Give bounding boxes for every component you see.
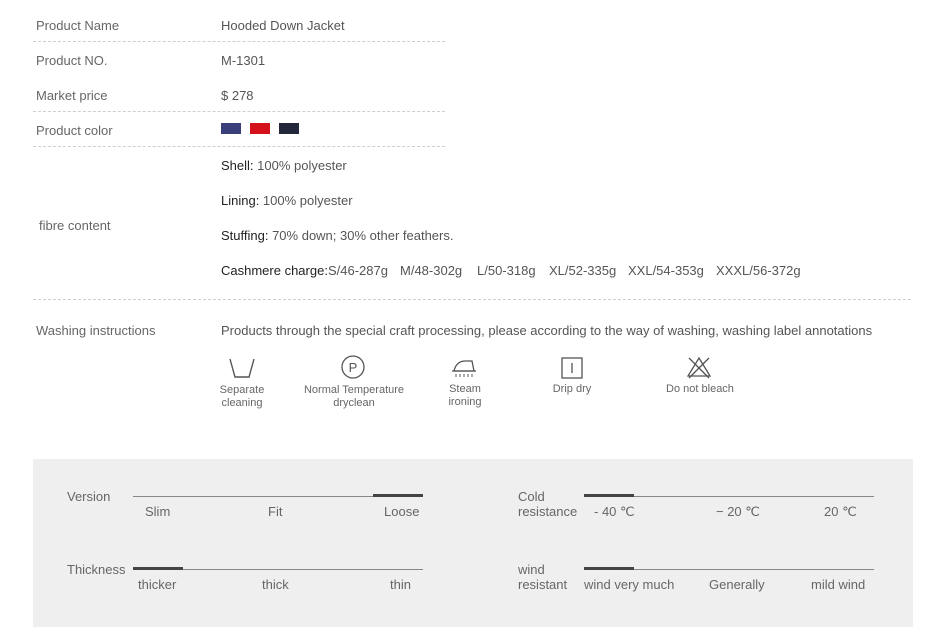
cashmere-size: XXXL/56-372g: [716, 263, 801, 278]
color-swatch-dark[interactable]: [279, 123, 299, 134]
product-name-value: Hooded Down Jacket: [221, 18, 345, 33]
version-tick: Slim: [145, 504, 171, 519]
color-swatch-red[interactable]: [250, 123, 270, 134]
thickness-tick: thin: [390, 577, 411, 592]
cold-tick: - 40 ℃: [594, 504, 635, 519]
cashmere-size: XL/52-335g: [549, 263, 617, 278]
stuffing-value: 70% down; 30% other feathers.: [268, 228, 454, 243]
lining-key: Lining:: [221, 193, 260, 208]
wind-selected-marker: [584, 567, 634, 570]
hand-wash-basin-icon: [229, 358, 255, 378]
attributes-panel: [33, 459, 913, 627]
version-tick: Fit: [268, 504, 283, 519]
row-divider: [33, 111, 445, 112]
thickness-label: Thickness: [67, 562, 126, 577]
wash-line2: cleaning: [221, 397, 263, 409]
cold-tick: − 20 ℃: [716, 504, 760, 519]
product-no-value: M-1301: [221, 53, 266, 68]
fibre-content-label: fibre content: [39, 218, 111, 233]
wash-item-label: Drip dry: [537, 383, 607, 396]
cashmere-key: Cashmere charge:: [221, 263, 328, 278]
wind-resistant-label: wind resistant: [518, 562, 567, 592]
cashmere-size: S/46-287g: [327, 263, 388, 278]
version-tick: Loose: [384, 504, 420, 519]
wind-label-line1: wind: [518, 562, 545, 577]
version-selected-marker: [373, 494, 423, 497]
wind-label-line2: resistant: [518, 577, 568, 592]
product-name-label: Product Name: [36, 18, 120, 33]
section-divider: [33, 299, 911, 300]
wash-line2: ironing: [448, 396, 482, 408]
fibre-stuffing: Stuffing: 70% down; 30% other feathers.: [221, 228, 453, 243]
product-color-label: Product color: [36, 123, 113, 138]
cashmere-size: L/50-318g: [477, 263, 536, 278]
wind-tick: mild wind: [811, 577, 866, 592]
wash-line1: Separate: [219, 384, 265, 396]
wash-item-label: Steam ironing: [430, 383, 500, 409]
color-swatch-navy[interactable]: [221, 123, 241, 134]
wash-line1: Normal Temperature: [303, 384, 405, 396]
wash-line1: Do not bleach: [666, 383, 734, 395]
product-no-label: Product NO.: [36, 53, 108, 68]
fibre-cashmere: Cashmere charge:S/46-287g: [221, 263, 388, 278]
cold-tick: 20 ℃: [824, 504, 857, 519]
dryclean-p-circle-icon: P: [341, 355, 365, 379]
cold-label-line1: Cold: [518, 489, 545, 504]
thickness-tick: thick: [262, 577, 289, 592]
washing-description: Products through the special craft proce…: [221, 323, 873, 338]
wash-line1: Drip dry: [552, 383, 592, 395]
svg-text:P: P: [349, 360, 358, 375]
stuffing-key: Stuffing:: [221, 228, 269, 243]
wash-item-label: Normal Temperature dryclean: [298, 384, 410, 410]
wash-item-label: Separate cleaning: [202, 384, 282, 410]
cashmere-size: XXL/54-353g: [628, 263, 704, 278]
wind-tick: wind very much: [584, 577, 675, 592]
wash-line2: dryclean: [333, 397, 375, 409]
shell-value: 100% polyester: [253, 158, 347, 173]
no-bleach-icon: [686, 356, 712, 379]
cold-label-line2: resistance: [518, 504, 578, 519]
cold-resistance-label: Cold resistance: [518, 489, 577, 519]
wash-line1: Steam: [449, 383, 481, 395]
market-price-label: Market price: [36, 88, 108, 103]
drip-dry-icon: [561, 357, 583, 379]
fibre-shell: Shell: 100% polyester: [221, 158, 347, 173]
fibre-lining: Lining: 100% polyester: [221, 193, 353, 208]
row-divider: [33, 146, 445, 147]
row-divider: [33, 41, 445, 42]
market-price-value: $ 278: [221, 88, 254, 103]
thickness-tick: thicker: [138, 577, 177, 592]
cold-selected-marker: [584, 494, 634, 497]
wash-item-label: Do not bleach: [654, 383, 746, 396]
washing-instructions-label: Washing instructions: [36, 323, 156, 338]
lining-value: 100% polyester: [259, 193, 353, 208]
wind-tick: Generally: [709, 577, 765, 592]
thickness-selected-marker: [133, 567, 183, 570]
iron-steam-icon: [452, 360, 476, 377]
cashmere-size: M/48-302g: [400, 263, 463, 278]
version-label: Version: [67, 489, 111, 504]
shell-key: Shell:: [221, 158, 254, 173]
